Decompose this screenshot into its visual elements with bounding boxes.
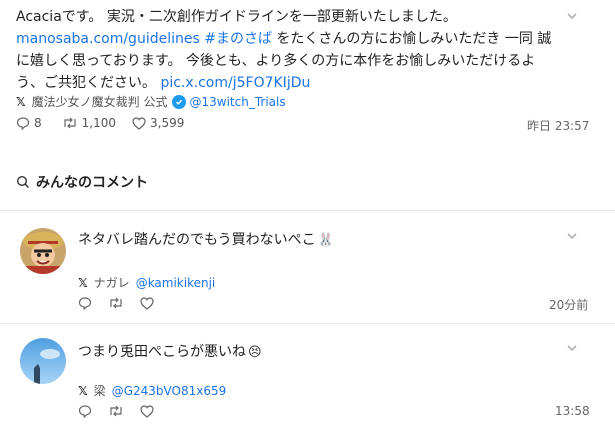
divider: [0, 210, 615, 211]
like-icon[interactable]: [140, 296, 154, 310]
comment-author-handle[interactable]: @kamikikenji: [136, 276, 216, 290]
x-logo-icon: 𝕏: [78, 383, 88, 398]
x-logo-icon: 𝕏: [78, 275, 88, 290]
post-intro: Acaciaです。 実況・二次創作ガイドラインを一部更新いたしました。: [16, 9, 457, 25]
comment-actions: [78, 296, 154, 310]
pic-link[interactable]: pic.x.com/j5FO7KIjDu: [160, 75, 310, 91]
post-text-mid3: う、ご共犯ください。: [16, 75, 161, 91]
comment-text: つまり兎田ぺこらが悪いね 😣: [78, 341, 262, 361]
post-author-handle[interactable]: @13witch_Trials: [190, 95, 286, 109]
post-menu-chevron-icon[interactable]: [566, 10, 578, 26]
repost-icon[interactable]: [108, 404, 124, 418]
post-timestamp: 昨日 23:57: [527, 119, 590, 133]
comment-text-body: ネタバレ踏んだのでもう買わないぺこ: [78, 232, 316, 248]
like-icon[interactable]: [132, 116, 146, 130]
comment-timestamp: 13:58: [555, 404, 590, 418]
comment-text: ネタバレ踏んだのでもう買わないぺこ 🐰: [78, 229, 334, 249]
avatar[interactable]: [20, 228, 66, 274]
post-author-line: 𝕏 魔法少女ノ魔女裁判 公式 @13witch_Trials: [16, 93, 286, 110]
rabbit-emoji-icon: 🐰: [317, 233, 334, 248]
post-author-name[interactable]: 魔法少女ノ魔女裁判 公式: [32, 93, 168, 110]
comment-text-body: つまり兎田ぺこらが悪いね: [78, 344, 246, 360]
comment-menu-chevron-icon[interactable]: [566, 342, 578, 358]
hashtag-link[interactable]: #まのさば: [204, 31, 272, 47]
guideline-link[interactable]: manosaba.com/guidelines: [16, 31, 200, 47]
comment-author-handle[interactable]: @G243bVO81x659: [112, 384, 227, 398]
x-logo-icon: 𝕏: [16, 94, 26, 109]
comment-actions: [78, 404, 154, 418]
like-icon[interactable]: [140, 404, 154, 418]
repost-count: 1,100: [81, 116, 116, 130]
reply-count: 8: [34, 116, 42, 130]
comment-author-name[interactable]: ナガレ: [94, 274, 130, 291]
comment-timestamp: 20分前: [549, 298, 589, 312]
section-title-text: みんなのコメント: [36, 175, 148, 191]
comment-author-name[interactable]: 梁: [94, 382, 106, 399]
like-count: 3,599: [150, 116, 185, 130]
search-icon: [16, 175, 30, 189]
comment-author-line: 𝕏 梁 @G243bVO81x659: [78, 382, 226, 399]
comment-menu-chevron-icon[interactable]: [566, 230, 578, 246]
comment-author-line: 𝕏 ナガレ @kamikikenji: [78, 274, 215, 291]
reply-icon[interactable]: [78, 296, 92, 310]
post-text-mid1: をたくさんの方にお愉しみいただき 一同 誠: [271, 31, 552, 47]
divider: [0, 323, 615, 324]
post-body: Acaciaです。 実況・二次創作ガイドラインを一部更新いたしました。 mano…: [16, 6, 586, 94]
repost-icon[interactable]: [62, 116, 78, 130]
persevering-face-emoji-icon: 😣: [248, 345, 262, 360]
reply-icon[interactable]: [78, 404, 92, 418]
verified-badge-icon: [171, 94, 186, 109]
repost-icon[interactable]: [108, 296, 124, 310]
post-text-mid2: に嬉しく思っております。 今後とも、より多くの方に本作をお愉しみいただけるよ: [16, 53, 536, 69]
avatar[interactable]: [20, 338, 66, 384]
reply-icon[interactable]: [16, 116, 30, 130]
comments-section-title: みんなのコメント: [16, 172, 148, 192]
post-stats: 8 1,100 3,599: [16, 116, 184, 130]
